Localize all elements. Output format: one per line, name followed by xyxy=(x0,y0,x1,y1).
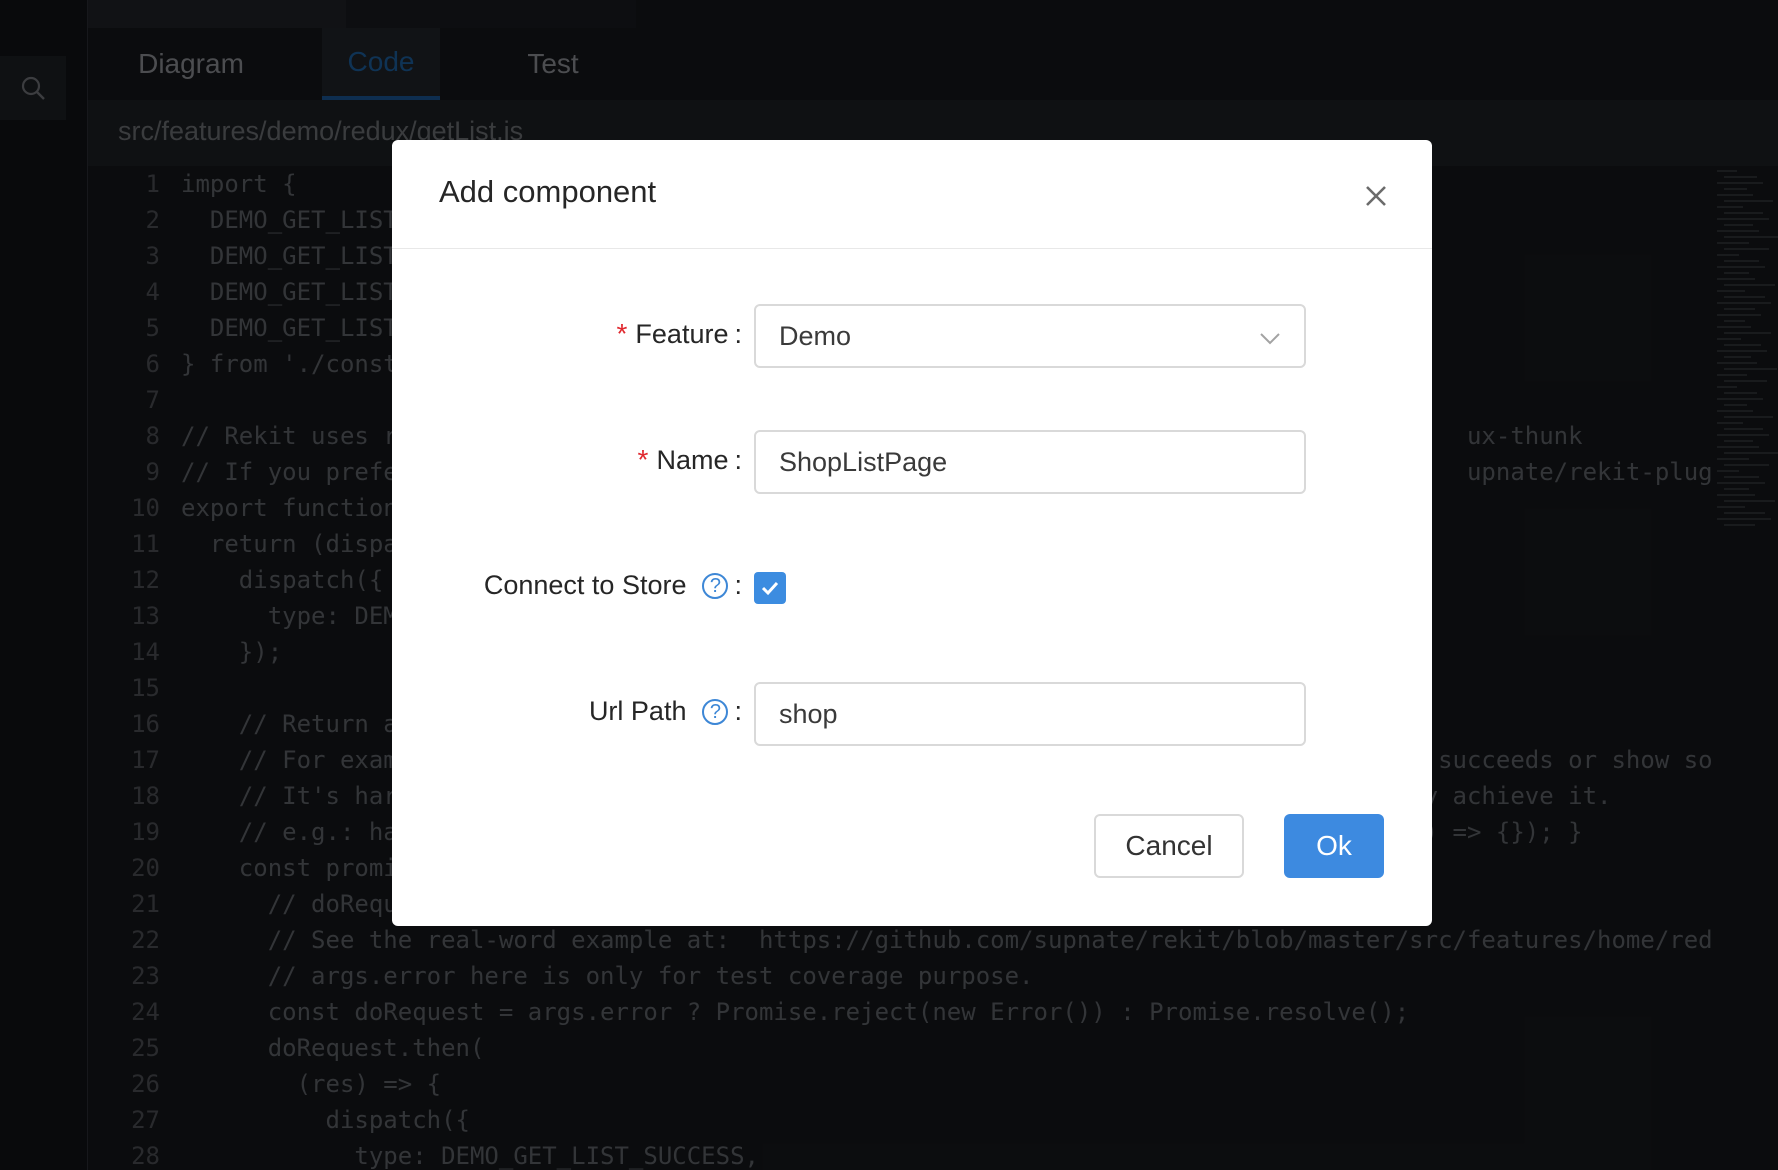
feature-row: * Feature : Demo xyxy=(392,304,1432,368)
question-circle-icon[interactable]: ? xyxy=(702,572,729,599)
chevron-down-icon xyxy=(1260,333,1280,345)
feature-select[interactable]: Demo xyxy=(754,304,1306,368)
url-path-label: Url Path ? : xyxy=(589,696,742,727)
url-path-input-value: shop xyxy=(779,698,838,729)
url-path-input[interactable]: shop xyxy=(754,682,1306,746)
url-path-label-text: Url Path xyxy=(588,696,687,726)
dialog-header: Add component xyxy=(392,140,1432,249)
colon: : xyxy=(734,318,742,349)
check-icon xyxy=(761,581,779,596)
name-label: * Name : xyxy=(638,444,742,476)
connect-label-text: Connect to Store xyxy=(483,570,687,600)
add-component-dialog: Add component * Feature : Demo * Name : xyxy=(392,140,1432,926)
close-button[interactable] xyxy=(1360,180,1392,212)
close-icon xyxy=(1366,186,1386,206)
feature-label: * Feature : xyxy=(617,318,742,350)
colon: : xyxy=(734,570,742,600)
connect-label: Connect to Store ? : xyxy=(484,570,742,601)
name-row: * Name : ShopListPage xyxy=(392,430,1432,494)
feature-select-value: Demo xyxy=(779,320,852,351)
colon: : xyxy=(734,696,742,726)
cancel-button[interactable]: Cancel xyxy=(1094,814,1244,878)
dialog-title: Add component xyxy=(439,174,657,209)
required-mark: * xyxy=(637,444,649,475)
ok-button[interactable]: Ok xyxy=(1284,814,1384,878)
colon: : xyxy=(734,444,742,475)
question-circle-icon[interactable]: ? xyxy=(702,698,729,725)
name-input-value: ShopListPage xyxy=(779,446,948,477)
url-path-row: Url Path ? : shop xyxy=(392,682,1432,746)
connect-row: Connect to Store ? : xyxy=(392,556,1432,620)
feature-label-text: Feature xyxy=(635,318,729,349)
name-label-text: Name xyxy=(656,444,729,475)
required-mark: * xyxy=(616,318,628,349)
connect-to-store-checkbox[interactable] xyxy=(754,572,786,604)
name-input[interactable]: ShopListPage xyxy=(754,430,1306,494)
